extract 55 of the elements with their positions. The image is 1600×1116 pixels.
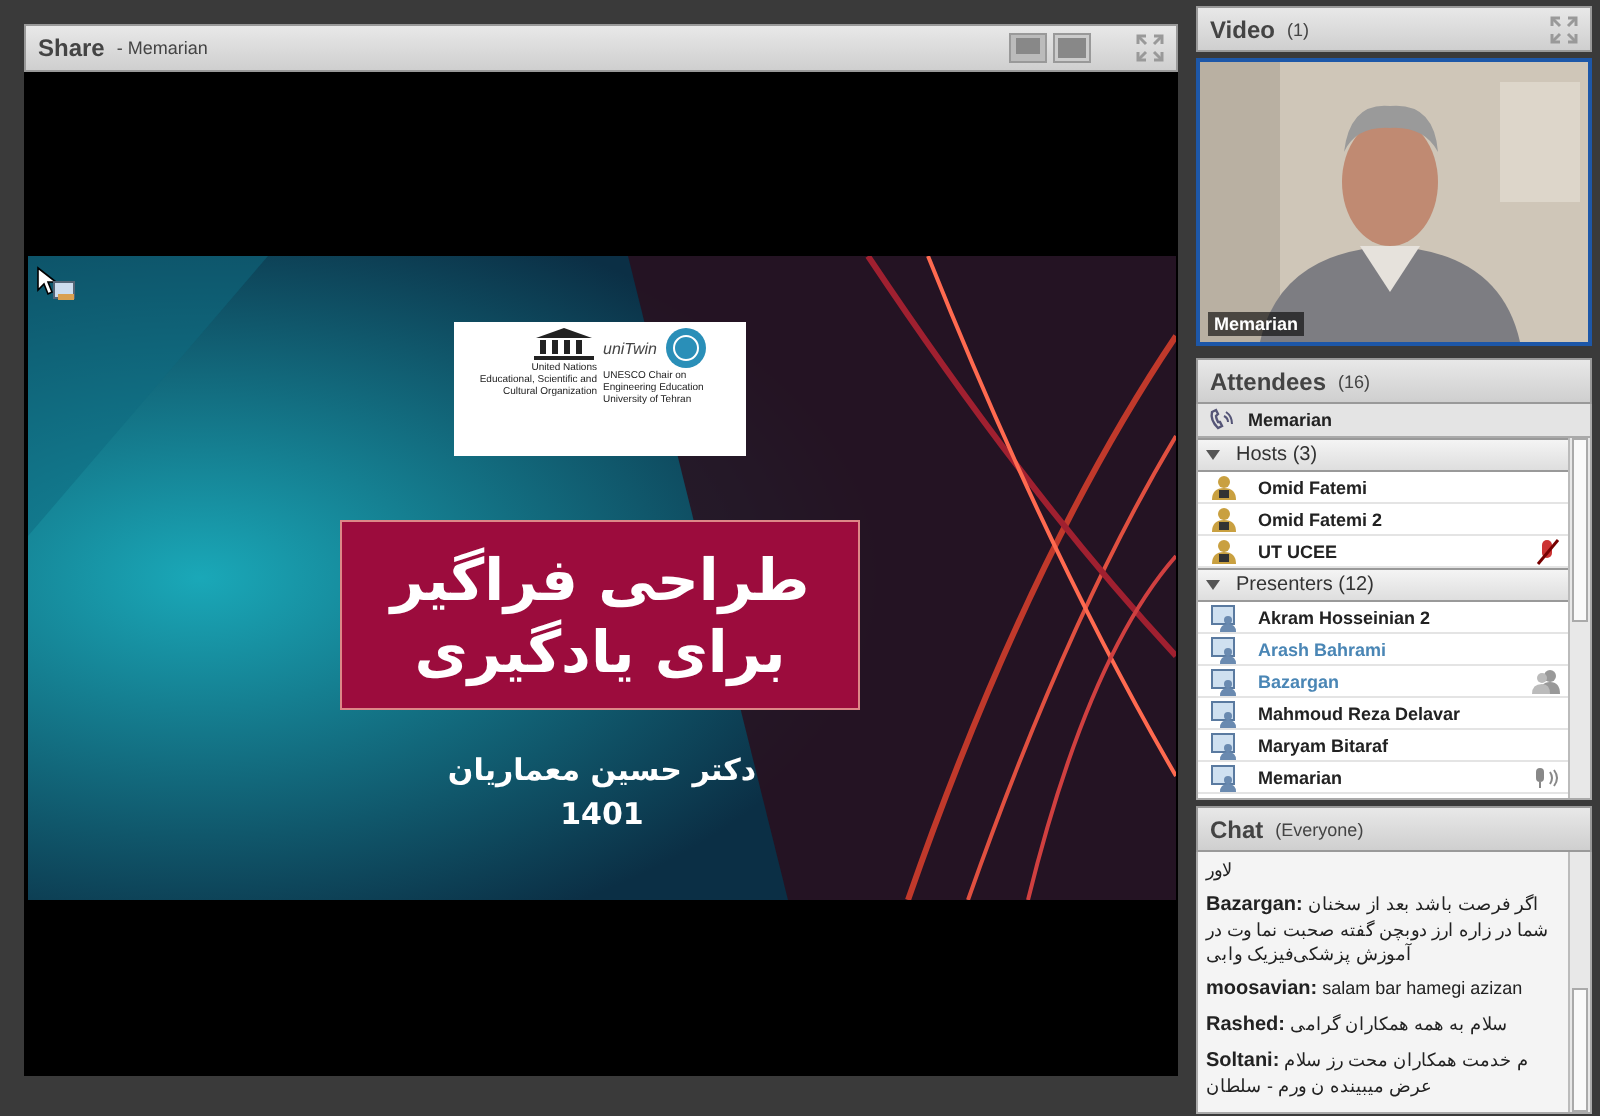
fullscreen-icon[interactable]	[1550, 15, 1578, 43]
chat-scope: (Everyone)	[1275, 819, 1364, 839]
panel-title: Video	[1210, 15, 1275, 43]
microphone-icon	[1532, 765, 1560, 789]
expanded-icon[interactable]	[1206, 578, 1220, 592]
temple-icon	[529, 326, 597, 362]
group-header[interactable]: Hosts (3)	[1198, 438, 1568, 472]
attendee-count: (16)	[1338, 371, 1371, 391]
fullscreen-icon[interactable]	[1136, 34, 1164, 62]
video-name-label: Memarian	[1208, 312, 1305, 336]
author-name: دکتر حسین معماریان	[447, 752, 757, 788]
presenter-icon	[1210, 635, 1238, 663]
slide-title: طراحی فراگیر	[390, 543, 810, 615]
cursor-icon	[36, 266, 80, 302]
presenter-icon	[1210, 603, 1238, 631]
mic-off-icon	[1536, 537, 1560, 565]
phone-icon	[1208, 408, 1236, 432]
year-label: 1401	[560, 796, 644, 832]
attendee-name[interactable]: Maryam Bitaraf	[1258, 735, 1560, 755]
person-lock-icon	[1210, 537, 1238, 565]
attendee-name[interactable]: Akram Hosseinian 2	[1258, 607, 1560, 627]
attendee-name[interactable]: Memarian	[1258, 767, 1512, 787]
brand-name: uniTwin	[603, 340, 657, 358]
scroll-thumb[interactable]	[1572, 438, 1588, 622]
person-lock-icon	[1210, 473, 1238, 501]
people-icon	[1532, 668, 1560, 694]
scroll-thumb[interactable]	[1572, 988, 1588, 1112]
layout-icon[interactable]	[1052, 32, 1092, 64]
expanded-icon[interactable]	[1206, 448, 1220, 462]
group-label: Hosts (3)	[1236, 444, 1318, 466]
attendee-name[interactable]: Omid Fatemi	[1258, 477, 1560, 497]
chat-message: moosavian: salam bar hamegi azizan	[1206, 976, 1525, 1002]
attendee-name[interactable]: Omid Fatemi 2	[1258, 509, 1560, 529]
attendee-name[interactable]: Arash Bahrami	[1258, 639, 1560, 659]
chat-message: لاور	[1206, 858, 1234, 882]
attendee-name[interactable]: Mahmoud Reza Delavar	[1258, 703, 1560, 723]
attendee-name[interactable]: Bazargan	[1258, 671, 1512, 691]
presenter-name: - Memarian	[116, 38, 208, 58]
presenter-icon	[1210, 699, 1238, 727]
panel-title: Share	[38, 34, 105, 62]
layout-icon[interactable]	[1008, 32, 1048, 64]
panel-title: Chat	[1210, 815, 1264, 843]
group-label: Presenters (12)	[1236, 574, 1374, 596]
scrollbar[interactable]	[1568, 438, 1590, 798]
presenter-icon	[1210, 763, 1238, 791]
person-lock-icon	[1210, 505, 1238, 533]
attendee-name[interactable]: UT UCEE	[1258, 541, 1516, 561]
slide-title: برای یادگیری	[414, 615, 786, 687]
scrollbar[interactable]	[1568, 852, 1590, 1112]
presenter-icon	[1210, 731, 1238, 759]
phone-user: Memarian	[1248, 410, 1333, 430]
participant-count: (1)	[1286, 19, 1309, 39]
presenter-icon	[1210, 667, 1238, 695]
group-header[interactable]: Presenters (12)	[1198, 568, 1568, 602]
panel-title: Attendees	[1210, 367, 1327, 395]
